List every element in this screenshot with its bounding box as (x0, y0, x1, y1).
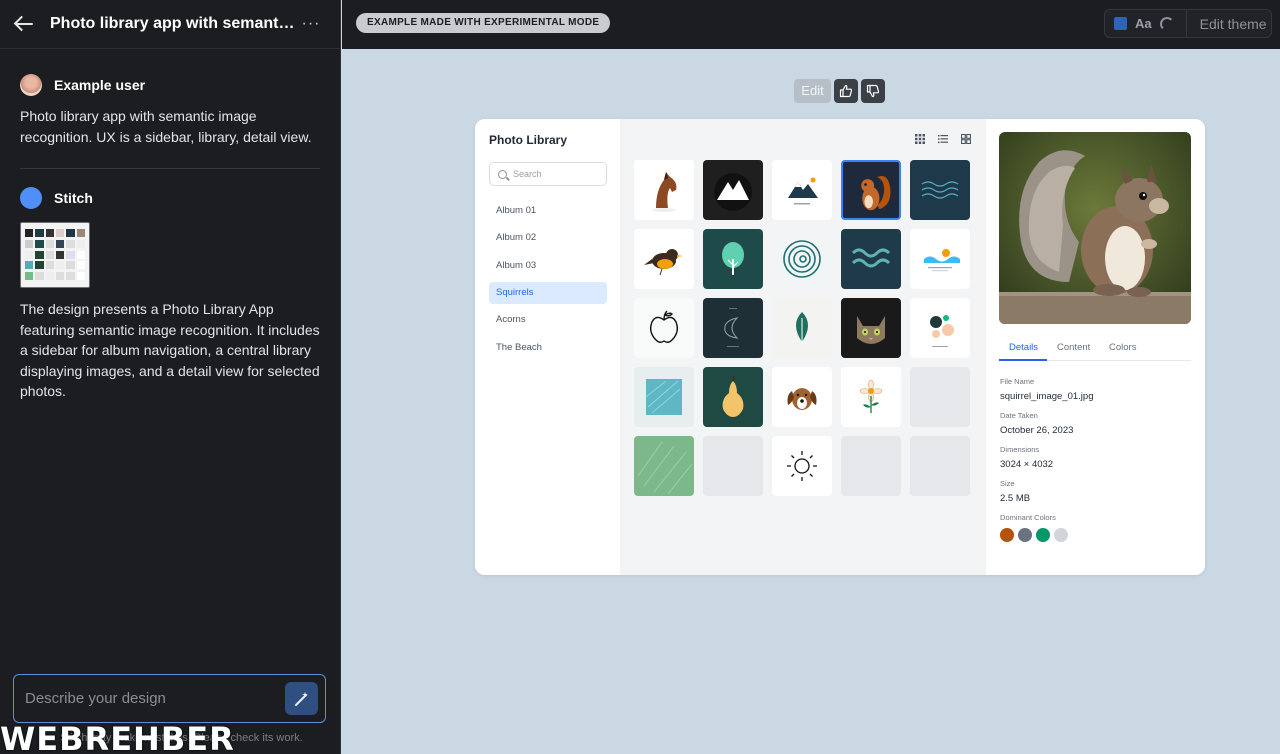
photo-tile-water-texture[interactable] (634, 367, 694, 427)
experimental-mode-badge: EXAMPLE MADE WITH EXPERIMENTAL MODE (356, 13, 611, 33)
chat-header: Photo library app with semanti... ··· (0, 0, 340, 49)
album-item-squirrels[interactable]: Squirrels (489, 282, 607, 304)
date-taken-value: October 26, 2023 (1000, 425, 1074, 436)
tab-details[interactable]: Details (1009, 342, 1038, 353)
thumbs-down-button[interactable] (861, 79, 885, 103)
theme-color-swatch[interactable] (1114, 17, 1127, 30)
tab-content[interactable]: Content (1057, 342, 1090, 353)
user-message-header: Example user (0, 74, 340, 96)
edit-theme-button[interactable]: Edit theme (1200, 16, 1267, 32)
message-divider (20, 168, 320, 169)
more-options-icon[interactable]: ··· (296, 15, 326, 33)
design-feedback-controls: Edit (794, 79, 885, 103)
album-item-02[interactable]: Album 02 (489, 227, 607, 249)
generate-button[interactable] (285, 682, 318, 715)
photo-tile-waves-teal[interactable] (841, 229, 901, 289)
top-bar: EXAMPLE MADE WITH EXPERIMENTAL MODE Aa E… (342, 0, 1280, 49)
dominant-color-swatch[interactable] (1018, 528, 1032, 542)
watermark: WEBREHBER (0, 720, 235, 754)
dominant-color-swatch[interactable] (1036, 528, 1050, 542)
album-item-beach[interactable]: The Beach (489, 337, 607, 359)
design-input-box (13, 674, 326, 723)
edit-design-button[interactable]: Edit (794, 79, 831, 103)
chat-panel: Photo library app with semanti... ··· Ex… (0, 0, 341, 754)
photo-tile-squirrel-selected[interactable] (841, 160, 901, 220)
describe-design-input[interactable] (25, 690, 285, 707)
thumbs-down-icon (866, 84, 880, 98)
photo-tile-horse[interactable] (634, 160, 694, 220)
file-name-value: squirrel_image_01.jpg (1000, 391, 1094, 402)
user-avatar (20, 74, 42, 96)
grid-view-icon[interactable] (915, 134, 925, 144)
project-title: Photo library app with semanti... (50, 15, 296, 32)
user-message: Photo library app with semantic image re… (20, 108, 312, 145)
photo-tile-waves-dark[interactable] (910, 160, 970, 220)
album-item-01[interactable]: Album 01 (489, 200, 607, 222)
photo-tile-apple[interactable] (634, 298, 694, 358)
photo-tile-cat[interactable] (841, 298, 901, 358)
photo-tile-tree[interactable] (703, 229, 763, 289)
search-field[interactable]: Search (489, 162, 607, 186)
dominant-color-swatch[interactable] (1000, 528, 1014, 542)
photo-tile-grass-texture[interactable] (634, 436, 694, 496)
search-icon (498, 169, 507, 179)
magic-wand-icon (294, 691, 308, 706)
album-sidebar: Photo Library Search Album 01 Album 02 A… (475, 119, 620, 575)
large-grid-view-icon[interactable] (961, 134, 971, 144)
photo-tile-empty[interactable] (910, 436, 970, 496)
photo-tile-pear[interactable] (703, 367, 763, 427)
photo-tile-beach[interactable] (910, 229, 970, 289)
photo-tile-bird[interactable] (634, 229, 694, 289)
thumbs-up-icon (839, 84, 853, 98)
corner-radius-icon[interactable] (1159, 16, 1174, 31)
photo-tile-empty[interactable] (703, 436, 763, 496)
search-placeholder: Search (513, 169, 542, 179)
photo-library-grid (620, 119, 986, 575)
date-taken-label: Date Taken (1000, 411, 1038, 420)
active-tab-indicator (999, 359, 1047, 361)
design-thumbnail[interactable] (20, 222, 90, 288)
album-item-03[interactable]: Album 03 (489, 255, 607, 277)
photo-tile-mountain-light[interactable] (772, 160, 832, 220)
assistant-message: The design presents a Photo Library App … (20, 301, 320, 399)
album-item-acorns[interactable]: Acorns (489, 309, 607, 331)
photo-tile-abstract[interactable] (910, 298, 970, 358)
dimensions-label: Dimensions (1000, 445, 1040, 454)
photo-tile-moon[interactable] (703, 298, 763, 358)
photo-detail-panel: Details Content Colors File Name squirre… (986, 119, 1205, 575)
photo-tile-mountain-dark[interactable] (703, 160, 763, 220)
back-arrow-icon[interactable] (14, 16, 34, 32)
user-name: Example user (54, 77, 146, 93)
photo-tile-spiral[interactable] (772, 229, 832, 289)
size-label: Size (1000, 479, 1015, 488)
app-title: Photo Library (489, 133, 568, 147)
dominant-colors-label: Dominant Colors (1000, 513, 1056, 522)
theme-divider (1185, 10, 1187, 37)
selected-photo-preview (999, 132, 1191, 324)
list-view-icon[interactable] (938, 134, 948, 144)
dimensions-value: 3024 × 4032 (1000, 459, 1054, 470)
photo-tile-dog[interactable] (772, 367, 832, 427)
dominant-color-swatch[interactable] (1054, 528, 1068, 542)
photo-tile-empty[interactable] (910, 367, 970, 427)
assistant-message-header: Stitch (0, 187, 340, 209)
photo-tile-flower[interactable] (841, 367, 901, 427)
size-value: 2.5 MB (1000, 493, 1031, 504)
detail-tabs: Details Content Colors (999, 339, 1191, 361)
photo-tile-empty[interactable] (841, 436, 901, 496)
font-selector[interactable]: Aa (1135, 16, 1152, 31)
stitch-avatar (20, 187, 42, 209)
photo-library-app: Photo Library Search Album 01 Album 02 A… (475, 119, 1205, 575)
photo-tile-sun[interactable] (772, 436, 832, 496)
file-name-label: File Name (1000, 377, 1035, 386)
theme-controls: Aa Edit theme (1104, 9, 1272, 38)
assistant-name: Stitch (54, 190, 93, 206)
thumbs-up-button[interactable] (834, 79, 858, 103)
tab-colors[interactable]: Colors (1109, 342, 1136, 353)
photo-tile-leaf[interactable] (772, 298, 832, 358)
